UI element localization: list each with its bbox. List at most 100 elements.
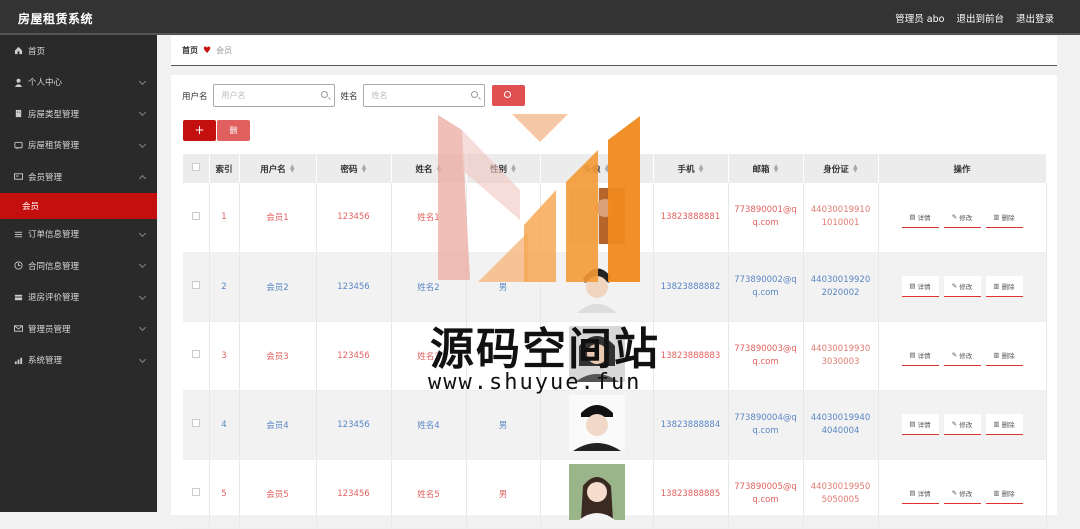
avatar-image: [568, 326, 625, 382]
edit-icon: ✎: [951, 282, 958, 290]
cell-username: 会员4: [239, 390, 317, 460]
cell-phone: 13823888881: [653, 183, 729, 253]
sidebar-item-system[interactable]: 系统管理: [0, 345, 157, 377]
header-username[interactable]: 用户名 ▲ ▼: [239, 154, 317, 183]
chevron-down-icon: [138, 77, 147, 85]
search-icon: [320, 91, 328, 98]
cell-idcard: 440300199505050005: [803, 459, 879, 529]
edit-button[interactable]: ✎ 修改: [943, 483, 981, 504]
detail-button[interactable]: ▤ 详情: [901, 206, 939, 228]
member-table: 索引 用户名 ▲ ▼ 密码 ▲ ▼ 姓名 ▲ ▼ 性别 ▲ ▼ 头像 ▲ ▼ 手机 ▲ ▼ 邮箱 ▲ ▼ 身…: [183, 154, 1047, 529]
cell-gender: 男: [466, 459, 541, 529]
delete-button[interactable]: ▥ 删除: [985, 206, 1023, 228]
edit-icon: ✎: [951, 212, 958, 221]
cell-phone: 13823888885: [653, 459, 729, 529]
header-password[interactable]: 密码 ▲ ▼: [316, 154, 392, 183]
cell-actions: ▤ 详情 ✎ 修改 ▥ 删除: [878, 321, 1047, 391]
logout-link[interactable]: 退出登录: [1016, 11, 1054, 25]
sidebar-item-label: 订单信息管理: [28, 230, 80, 241]
sidebar-item-home[interactable]: 首页: [0, 35, 157, 67]
cell-name: 姓名1: [391, 183, 467, 253]
card-icon: [14, 173, 23, 180]
sidebar-item-contract[interactable]: 合同信息管理: [0, 250, 157, 282]
cell-actions: ▤ 详情 ✎ 修改 ▥ 删除: [878, 390, 1047, 460]
row-checkbox[interactable]: [183, 459, 210, 529]
detail-button[interactable]: ▤ 详情: [901, 483, 939, 504]
edit-icon: ✎: [951, 351, 958, 359]
sidebar-item-member[interactable]: 会员管理: [0, 161, 157, 193]
cell-name: 姓名4: [391, 390, 467, 460]
document-icon: ▤: [909, 282, 916, 290]
detail-button[interactable]: ▤ 详情: [901, 345, 939, 366]
row-checkbox[interactable]: [183, 183, 210, 253]
select-all-checkbox[interactable]: [183, 154, 210, 183]
chevron-down-icon: [138, 229, 147, 237]
header-phone[interactable]: 手机 ▲ ▼: [653, 154, 729, 183]
sort-icon: ▲ ▼: [289, 163, 295, 174]
header-email[interactable]: 邮箱 ▲ ▼: [728, 154, 804, 183]
header-avatar[interactable]: 头像 ▲ ▼: [540, 154, 654, 183]
table-row: 4 会员4 123456 姓名4 男 13823888884 773890004@qq.co…: [183, 390, 1047, 460]
username-search-input[interactable]: 用户名: [212, 84, 335, 107]
search-bar: 用户名 用户名 姓名 姓名: [182, 84, 525, 107]
sidebar-item-house-rent[interactable]: 房屋租赁管理: [0, 130, 157, 162]
delete-button[interactable]: ▥ 删除: [985, 276, 1023, 297]
chevron-down-icon: [138, 323, 147, 332]
breadcrumb-home[interactable]: 首页: [182, 45, 198, 56]
home-icon: [14, 47, 23, 55]
name-search-input[interactable]: 姓名: [362, 84, 485, 107]
delete-button[interactable]: ▥ 删除: [985, 414, 1023, 435]
edit-button[interactable]: ✎ 修改: [943, 414, 981, 435]
chat-icon: [14, 141, 23, 150]
cell-phone: 13823888884: [653, 390, 729, 460]
edit-button[interactable]: ✎ 修改: [943, 345, 981, 366]
sidebar-item-label: 退房评价管理: [28, 293, 80, 304]
chevron-down-icon: [138, 140, 147, 148]
search-button[interactable]: [491, 85, 525, 106]
back-to-front-link[interactable]: 退出到前台: [956, 11, 1004, 25]
cell-email: 773890004@qq.com: [728, 390, 804, 460]
cell-index: 3: [209, 321, 240, 391]
row-checkbox[interactable]: [183, 252, 210, 322]
edit-button[interactable]: ✎ 修改: [943, 276, 981, 297]
document-icon: ▤: [909, 351, 916, 359]
sidebar-item-profile[interactable]: 个人中心: [0, 67, 157, 99]
table-row: 2 会员2 123456 姓名2 男 13823888882 773890002@qq.co…: [183, 252, 1047, 322]
header-name[interactable]: 姓名 ▲ ▼: [391, 154, 467, 183]
row-checkbox[interactable]: [183, 390, 210, 460]
cell-name: 姓名5: [391, 459, 467, 529]
sort-icon: ▲ ▼: [361, 163, 367, 174]
clock-icon: [14, 261, 23, 270]
delete-button[interactable]: ▥ 删除: [985, 483, 1023, 504]
header-gender[interactable]: 性别 ▲ ▼: [466, 154, 541, 183]
avatar-image: [568, 395, 625, 451]
row-checkbox[interactable]: [183, 321, 210, 391]
cell-gender: 男: [466, 252, 541, 322]
sidebar-item-label: 房屋类型管理: [28, 109, 80, 120]
detail-button[interactable]: ▤ 详情: [901, 414, 939, 435]
cell-idcard: 440300199303030003: [803, 321, 879, 391]
sort-icon: ▲ ▼: [604, 163, 610, 174]
edit-button[interactable]: ✎ 修改: [943, 206, 981, 228]
add-button[interactable]: +: [183, 120, 216, 141]
sidebar-item-label: 房屋租赁管理: [28, 141, 80, 152]
table-header-row: 索引 用户名 ▲ ▼ 密码 ▲ ▼ 姓名 ▲ ▼ 性别 ▲ ▼ 头像 ▲ ▼ 手机 ▲ ▼ 邮箱 ▲ ▼ 身…: [183, 154, 1047, 183]
sidebar-item-order[interactable]: 订单信息管理: [0, 219, 157, 251]
heart-icon: ♥: [203, 45, 212, 56]
delete-button[interactable]: ▥ 删除: [985, 345, 1023, 366]
cell-password: 123456: [316, 183, 392, 253]
batch-delete-button[interactable]: 删: [217, 120, 250, 141]
sidebar-item-admin[interactable]: 管理员管理: [0, 313, 157, 345]
sidebar-subitem-member[interactable]: 会员: [0, 192, 157, 219]
sidebar-item-checkout-review[interactable]: 退房评价管理: [0, 282, 157, 314]
list-icon: [14, 231, 23, 237]
content-panel: 用户名 用户名 姓名 姓名 + 删 索引 用户名 ▲ ▼ 密码 ▲ ▼ 姓名 ▲…: [171, 75, 1057, 529]
detail-button[interactable]: ▤ 详情: [901, 276, 939, 297]
trash-icon: ▥: [993, 282, 1000, 290]
header-idcard[interactable]: 身份证 ▲ ▼: [803, 154, 879, 183]
sidebar-item-house-type[interactable]: 房屋类型管理: [0, 98, 157, 130]
document-icon: ▤: [909, 489, 916, 497]
cell-phone: 13823888882: [653, 252, 729, 322]
chevron-down-icon: [138, 355, 147, 363]
cell-idcard: 440300199202020002: [803, 252, 879, 322]
